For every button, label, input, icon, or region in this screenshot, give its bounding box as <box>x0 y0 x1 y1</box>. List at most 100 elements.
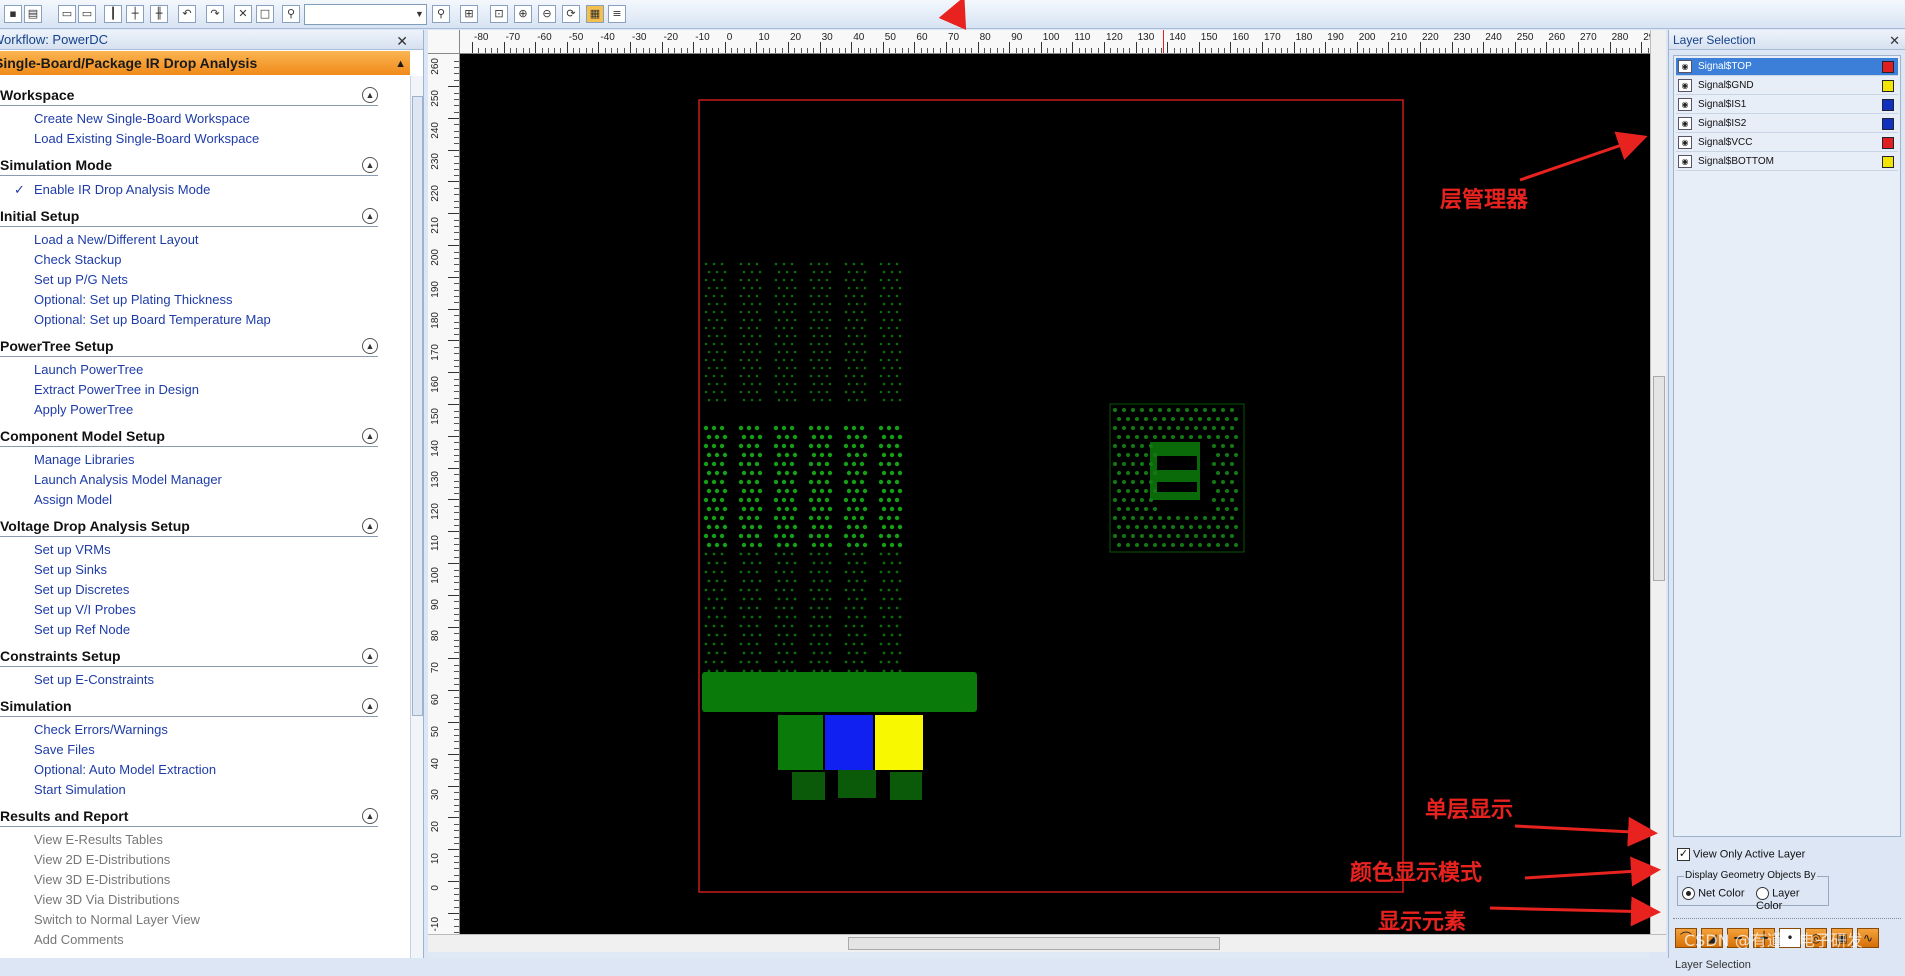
section-results-report[interactable]: Results and Report ▲ <box>0 805 378 827</box>
workflow-link[interactable]: Set up Discretes <box>34 581 129 599</box>
workflow-link[interactable]: Set up Ref Node <box>34 621 130 639</box>
zoom-in-icon[interactable]: ⊕ <box>514 5 532 23</box>
eye-icon[interactable]: ◉ <box>1678 60 1692 73</box>
layers-active-icon[interactable]: ▦ <box>586 5 604 23</box>
eye-icon[interactable]: ◉ <box>1678 79 1692 92</box>
select-icon[interactable]: ▪ <box>4 5 22 23</box>
layer-color-swatch[interactable] <box>1882 118 1894 130</box>
box-icon[interactable]: ▭ <box>58 5 76 23</box>
workflow-link[interactable]: Set up Sinks <box>34 561 107 579</box>
collapse-icon[interactable]: ▲ <box>362 428 378 444</box>
workflow-link[interactable]: View 3D Via Distributions <box>34 891 179 909</box>
canvas-vertical-scrollbar[interactable] <box>1650 30 1666 934</box>
workflow-link[interactable]: Extract PowerTree in Design <box>34 381 199 399</box>
redo-icon[interactable]: ↷ <box>206 5 224 23</box>
workflow-link[interactable]: View E-Results Tables <box>34 831 163 849</box>
find-icon[interactable]: ⚲ <box>282 5 300 23</box>
delete-icon[interactable]: ✕ <box>234 5 252 23</box>
scrollbar-thumb[interactable] <box>848 937 1220 950</box>
workflow-link[interactable]: Create New Single-Board Workspace <box>34 110 250 128</box>
workflow-link[interactable]: Check Errors/Warnings <box>34 721 168 739</box>
section-initial-setup[interactable]: Initial Setup ▲ <box>0 205 378 227</box>
workflow-link[interactable]: Load Existing Single-Board Workspace <box>34 130 259 148</box>
collapse-icon[interactable]: ▲ <box>362 87 378 103</box>
eye-icon[interactable]: ◉ <box>1678 117 1692 130</box>
measure-icon[interactable]: ┼ <box>126 5 144 23</box>
collapse-icon[interactable]: ▲ <box>362 208 378 224</box>
layer-row[interactable]: ◉ Signal$VCC <box>1676 134 1898 152</box>
scrollbar-thumb[interactable] <box>412 96 423 716</box>
workflow-link[interactable]: Save Files <box>34 741 95 759</box>
layer-selection-tab[interactable]: Layer Selection <box>1675 954 1899 976</box>
layer-row[interactable]: ◉ Signal$IS2 <box>1676 115 1898 133</box>
section-simulation-mode[interactable]: Simulation Mode ▲ <box>0 154 378 176</box>
workflow-header[interactable]: Single-Board/Package IR Drop Analysis ▲ <box>0 51 410 75</box>
workflow-link[interactable]: Optional: Set up Plating Thickness <box>34 291 233 309</box>
checkbox-checked-icon[interactable]: ✓ <box>1677 848 1690 861</box>
workflow-link[interactable]: Assign Model <box>34 491 112 509</box>
workflow-link[interactable]: Start Simulation <box>34 781 126 799</box>
collapse-icon[interactable]: ▲ <box>362 157 378 173</box>
layer-color-radio[interactable]: Layer Color <box>1756 887 1828 912</box>
workflow-link[interactable]: Switch to Normal Layer View <box>34 911 200 929</box>
eye-icon[interactable]: ◉ <box>1678 98 1692 111</box>
collapse-icon[interactable]: ▲ <box>362 808 378 824</box>
section-constraints-setup[interactable]: Constraints Setup ▲ <box>0 645 378 667</box>
collapse-icon[interactable]: ▲ <box>362 648 378 664</box>
ruler-icon[interactable]: ╫ <box>150 5 168 23</box>
zoom-out-icon[interactable]: ⊖ <box>538 5 556 23</box>
box2-icon[interactable]: ▭ <box>78 5 96 23</box>
workflow-link[interactable]: Launch Analysis Model Manager <box>34 471 222 489</box>
workflow-link[interactable]: Set up E-Constraints <box>34 671 154 689</box>
workflow-link[interactable]: Manage Libraries <box>34 451 134 469</box>
workflow-link[interactable]: Launch PowerTree <box>34 361 143 379</box>
workflow-link[interactable]: Set up V/I Probes <box>34 601 136 619</box>
eye-icon[interactable]: ◉ <box>1678 155 1692 168</box>
section-component-model-setup[interactable]: Component Model Setup ▲ <box>0 425 378 447</box>
workflow-link[interactable]: Set up VRMs <box>34 541 111 559</box>
search-icon[interactable]: ⚲ <box>432 5 450 23</box>
workflow-link[interactable]: View 2D E-Distributions <box>34 851 170 869</box>
workflow-link[interactable]: Check Stackup <box>34 251 121 269</box>
scrollbar-thumb[interactable] <box>1653 376 1665 581</box>
layer-row[interactable]: ◉ Signal$TOP <box>1676 58 1898 76</box>
net-color-radio[interactable]: Net Color <box>1682 887 1745 900</box>
chevron-down-icon[interactable]: ▼ <box>413 5 426 24</box>
layer-color-swatch[interactable] <box>1882 61 1894 73</box>
via-icon[interactable]: ┃ <box>104 5 122 23</box>
layer-row[interactable]: ◉ Signal$BOTTOM <box>1676 153 1898 171</box>
layer-color-swatch[interactable] <box>1882 156 1894 168</box>
eye-icon[interactable]: ◉ <box>1678 136 1692 149</box>
collapse-all-icon[interactable]: ▲ <box>395 52 406 76</box>
search-input[interactable] <box>304 4 427 25</box>
workflow-link[interactable]: Add Comments <box>34 931 124 949</box>
section-powertree-setup[interactable]: PowerTree Setup ▲ <box>0 335 378 357</box>
layer-icon[interactable]: ▤ <box>24 5 42 23</box>
radio-selected-icon[interactable] <box>1682 887 1695 900</box>
collapse-icon[interactable]: ▲ <box>362 338 378 354</box>
undo-icon[interactable]: ↶ <box>178 5 196 23</box>
workflow-scrollbar[interactable] <box>410 76 423 958</box>
canvas-horizontal-scrollbar[interactable] <box>428 934 1666 952</box>
layer-color-swatch[interactable] <box>1882 99 1894 111</box>
workflow-link[interactable]: Load a New/Different Layout <box>34 231 199 249</box>
zoom-area-icon[interactable]: ⊡ <box>490 5 508 23</box>
layer-color-swatch[interactable] <box>1882 80 1894 92</box>
close-icon[interactable]: ✕ <box>1889 31 1900 51</box>
layer-color-swatch[interactable] <box>1882 137 1894 149</box>
workflow-link[interactable]: Set up P/G Nets <box>34 271 128 289</box>
workflow-link[interactable]: Apply PowerTree <box>34 401 133 419</box>
view-only-active-layer-checkbox[interactable]: ✓ View Only Active Layer <box>1677 848 1805 861</box>
refresh-icon[interactable]: ⟳ <box>562 5 580 23</box>
frame-icon[interactable]: □ <box>256 5 274 23</box>
workflow-link[interactable]: Optional: Set up Board Temperature Map <box>34 311 271 329</box>
workflow-link[interactable]: View 3D E-Distributions <box>34 871 170 889</box>
radio-icon[interactable] <box>1756 887 1769 900</box>
section-simulation[interactable]: Simulation ▲ <box>0 695 378 717</box>
workflow-link[interactable]: Enable IR Drop Analysis Mode <box>34 181 210 199</box>
zoom-fit-icon[interactable]: ⊞ <box>460 5 478 23</box>
report-icon[interactable]: ≡ <box>608 5 626 23</box>
section-voltage-drop-setup[interactable]: Voltage Drop Analysis Setup ▲ <box>0 515 378 537</box>
section-workspace[interactable]: Workspace ▲ <box>0 84 378 106</box>
layer-row[interactable]: ◉ Signal$IS1 <box>1676 96 1898 114</box>
